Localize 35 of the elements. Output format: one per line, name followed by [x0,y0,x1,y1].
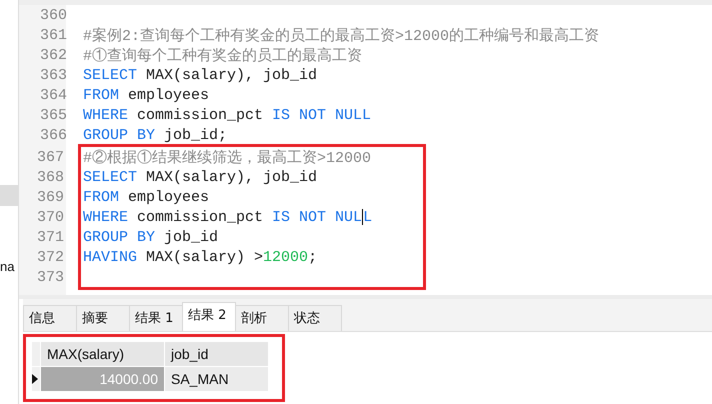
line-number: 361 [40,26,67,44]
code-line: SELECT MAX(salary), job_id [83,168,318,186]
code-line: FROM employees [83,86,210,104]
line-number: 364 [40,86,67,104]
line-number: 371 [36,228,64,246]
line-number: 363 [40,66,67,84]
code-line: #①查询每个工种有奖金的员工的最高工资 [83,46,362,64]
line-number: 365 [40,106,67,124]
code-line: HAVING MAX(salary) >12000; [83,248,318,266]
column-header: job_id [165,342,268,366]
code-line: GROUP BY job_id; [83,126,228,144]
result-tab[interactable]: 结果 2 [182,302,236,331]
table-cell: SA_MAN [165,367,268,391]
code-line: WHERE commission_pct IS NOT NUL L [83,208,372,226]
code-line: WHERE commission_pct IS NOT NULL [83,106,372,124]
line-number: 373 [36,268,64,286]
line-number: 372 [36,248,64,266]
line-number: 367 [36,148,64,166]
code-line: SELECT MAX(salary), job_id [83,66,318,84]
result-tab[interactable]: 状态 [288,305,342,331]
code-line: FROM employees [83,188,210,206]
line-number: 366 [40,126,67,144]
code-line: #②根据①结果继续筛选，最高工资>12000 [83,148,372,166]
result-tab[interactable]: 信息 [23,305,77,331]
line-number: 362 [40,46,67,64]
row-header-cell[interactable] [32,367,40,391]
table-cell: 14000.00 [41,367,164,391]
line-number: 368 [36,168,64,186]
code-line: GROUP BY job_id [83,228,218,246]
line-number: 369 [36,188,64,206]
code-line: #案例2:查询每个工种有奖金的员工的最高工资>12000的工种编号和最高工资 [83,26,600,44]
column-header: MAX(salary) [41,342,164,366]
sidebar-label: na [0,259,16,274]
line-number: 370 [36,208,64,226]
line-number: 360 [40,6,67,24]
